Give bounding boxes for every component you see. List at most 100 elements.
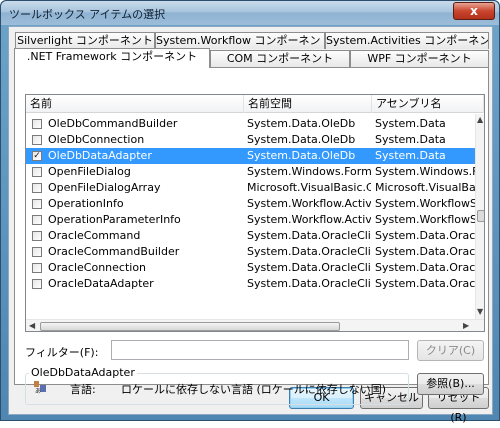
scroll-down-icon[interactable]: ▼ [477, 307, 483, 317]
scroll-right-icon[interactable]: ▶ [463, 321, 469, 331]
cell-namespace: System.Data.OracleClient [247, 245, 371, 258]
checkbox[interactable] [32, 231, 42, 241]
cell-assembly: Microsoft.VisualBasi [375, 181, 475, 194]
window-title: ツールボックス アイテムの選択 [9, 8, 166, 21]
tab-label: Silverlight コンポーネント [17, 34, 153, 47]
list-item[interactable]: OracleConnection System.Data.OracleClient… [26, 260, 475, 276]
dialog-window: ツールボックス アイテムの選択 x Silverlight コンポーネント Sy… [0, 0, 500, 424]
cell-name: OracleCommandBuilder [48, 245, 180, 258]
column-header-assembly[interactable]: アセンブリ名 [372, 95, 484, 113]
close-button[interactable]: x [453, 2, 495, 20]
cell-namespace: System.Data.OracleClient [247, 229, 371, 242]
language-icon: あ [33, 380, 47, 395]
list-item[interactable]: OpenFileDialogArray Microsoft.VisualBasic… [26, 180, 475, 196]
cell-namespace: System.Data.OleDb [247, 117, 356, 130]
cell-name: OpenFileDialogArray [48, 181, 161, 194]
cell-namespace: System.Data.OleDb [247, 149, 356, 162]
list-item[interactable]: OracleCommandBuilder System.Data.OracleCl… [26, 244, 475, 260]
column-header-namespace[interactable]: 名前空間 [244, 95, 372, 113]
list-item[interactable]: OracleDataAdapter System.Data.OracleClien… [26, 276, 475, 292]
cell-namespace: Microsoft.VisualBasic.Co... [247, 181, 371, 194]
filter-label: フィルター(F): [25, 346, 99, 359]
cell-name: OpenFileDialog [48, 165, 131, 178]
checkbox[interactable]: ✓ [32, 151, 42, 161]
cell-namespace: System.Workflow.Activities [247, 197, 371, 210]
cell-assembly: System.WorkflowSer [375, 197, 475, 210]
tab-label: .NET Framework コンポーネント [26, 50, 198, 63]
tab-label: WPF コンポーネント [367, 52, 472, 65]
checkbox[interactable] [32, 119, 42, 129]
tab-label: System.Activities コンポーネント [326, 34, 489, 47]
checkbox[interactable] [32, 247, 42, 257]
cell-assembly: System.Windows.For [375, 165, 475, 178]
checkbox[interactable] [32, 167, 42, 177]
svg-text:あ: あ [35, 388, 41, 394]
cell-name: OracleConnection [48, 261, 147, 274]
cell-name: OleDbConnection [48, 133, 145, 146]
component-list[interactable]: 名前 名前空間 アセンブリ名 OleDbCommandBuilder System… [25, 94, 485, 332]
list-item[interactable]: OperationInfo System.Workflow.Activities S… [26, 196, 475, 212]
checkbox[interactable] [32, 263, 42, 273]
list-item[interactable]: OperationParameterInfo System.Workflow.Ac… [26, 212, 475, 228]
column-label: 名前空間 [248, 97, 292, 110]
column-label: 名前 [30, 97, 52, 110]
cell-assembly: System.Data.Oracle [375, 245, 475, 258]
cell-namespace: System.Data.OracleClient [247, 277, 371, 290]
cell-namespace: System.Windows.Forms [247, 165, 371, 178]
checkbox[interactable] [32, 183, 42, 193]
list-item[interactable]: OpenFileDialog System.Windows.Forms System… [26, 164, 475, 180]
component-info-title: OleDbDataAdapter [29, 366, 137, 379]
filter-input[interactable] [111, 340, 409, 360]
cell-namespace: System.Data.OracleClient [247, 261, 371, 274]
cell-name: OracleDataAdapter [48, 277, 154, 290]
tab-silverlight[interactable]: Silverlight コンポーネント [15, 32, 155, 49]
tab-label: COM コンポーネント [226, 52, 334, 65]
cell-assembly: System.Data [375, 133, 446, 146]
cell-assembly: System.Data [375, 117, 446, 130]
list-rows: OleDbCommandBuilder System.Data.OleDb Syst… [26, 114, 475, 319]
list-item[interactable]: ✓ OleDbDataAdapter System.Data.OleDb System… [26, 148, 475, 164]
cell-name: OleDbDataAdapter [48, 149, 152, 162]
scroll-up-icon[interactable]: ▲ [477, 115, 483, 125]
dialog-client-area: Silverlight コンポーネント System.Workflow コンポー… [8, 26, 493, 424]
cell-assembly: System.Data.Oracle [375, 229, 475, 242]
tab-wpf[interactable]: WPF コンポーネント [350, 50, 489, 67]
language-value: ロケールに依存しない言語 (ロケールに依存しない国) [121, 383, 387, 396]
tab-system-activities[interactable]: System.Activities コンポーネント [325, 32, 489, 49]
tab-net-framework[interactable]: .NET Framework コンポーネント [14, 48, 210, 68]
checkbox[interactable] [32, 199, 42, 209]
column-label: アセンブリ名 [376, 97, 442, 110]
list-header: 名前 名前空間 アセンブリ名 [26, 95, 484, 113]
tab-panel: 名前 名前空間 アセンブリ名 OleDbCommandBuilder System… [14, 67, 489, 405]
title-bar[interactable]: ツールボックス アイテムの選択 x [1, 1, 499, 25]
vertical-scrollbar[interactable]: ▲ ▼ [475, 114, 484, 319]
clear-button[interactable]: クリア(C) [417, 340, 484, 361]
list-item[interactable]: OracleCommand System.Data.OracleClient Sys… [26, 228, 475, 244]
tab-label: System.Workflow コンポーネント [156, 34, 325, 47]
horizontal-scroll-thumb[interactable] [40, 322, 340, 331]
tab-system-workflow[interactable]: System.Workflow コンポーネント [155, 32, 325, 49]
cell-assembly: System.Data.Oracle [375, 277, 475, 290]
horizontal-scrollbar[interactable]: ◀ ▶ [26, 319, 484, 331]
cell-name: OleDbCommandBuilder [48, 117, 178, 130]
vertical-scroll-thumb[interactable] [477, 210, 484, 222]
tab-com[interactable]: COM コンポーネント [210, 50, 350, 67]
cell-name: OracleCommand [48, 229, 141, 242]
checkbox[interactable] [32, 215, 42, 225]
cell-name: OperationParameterInfo [48, 213, 181, 226]
cell-namespace: System.Data.OleDb [247, 133, 356, 146]
column-header-name[interactable]: 名前 [26, 95, 244, 113]
close-icon: x [470, 4, 478, 18]
browse-button[interactable]: 参照(B)... [417, 373, 484, 395]
cell-namespace: System.Workflow.Activities [247, 213, 371, 226]
checkbox[interactable] [32, 279, 42, 289]
language-key: 言語: [70, 383, 96, 396]
scroll-left-icon[interactable]: ◀ [29, 321, 35, 331]
cell-assembly: System.Data.Oracle [375, 261, 475, 274]
checkbox[interactable] [32, 135, 42, 145]
cell-assembly: System.WorkflowSer [375, 213, 475, 226]
list-item[interactable]: OleDbConnection System.Data.OleDb System.D… [26, 132, 475, 148]
cell-name: OperationInfo [48, 197, 124, 210]
list-item[interactable]: OleDbCommandBuilder System.Data.OleDb Syst… [26, 116, 475, 132]
cell-assembly: System.Data [375, 149, 446, 162]
